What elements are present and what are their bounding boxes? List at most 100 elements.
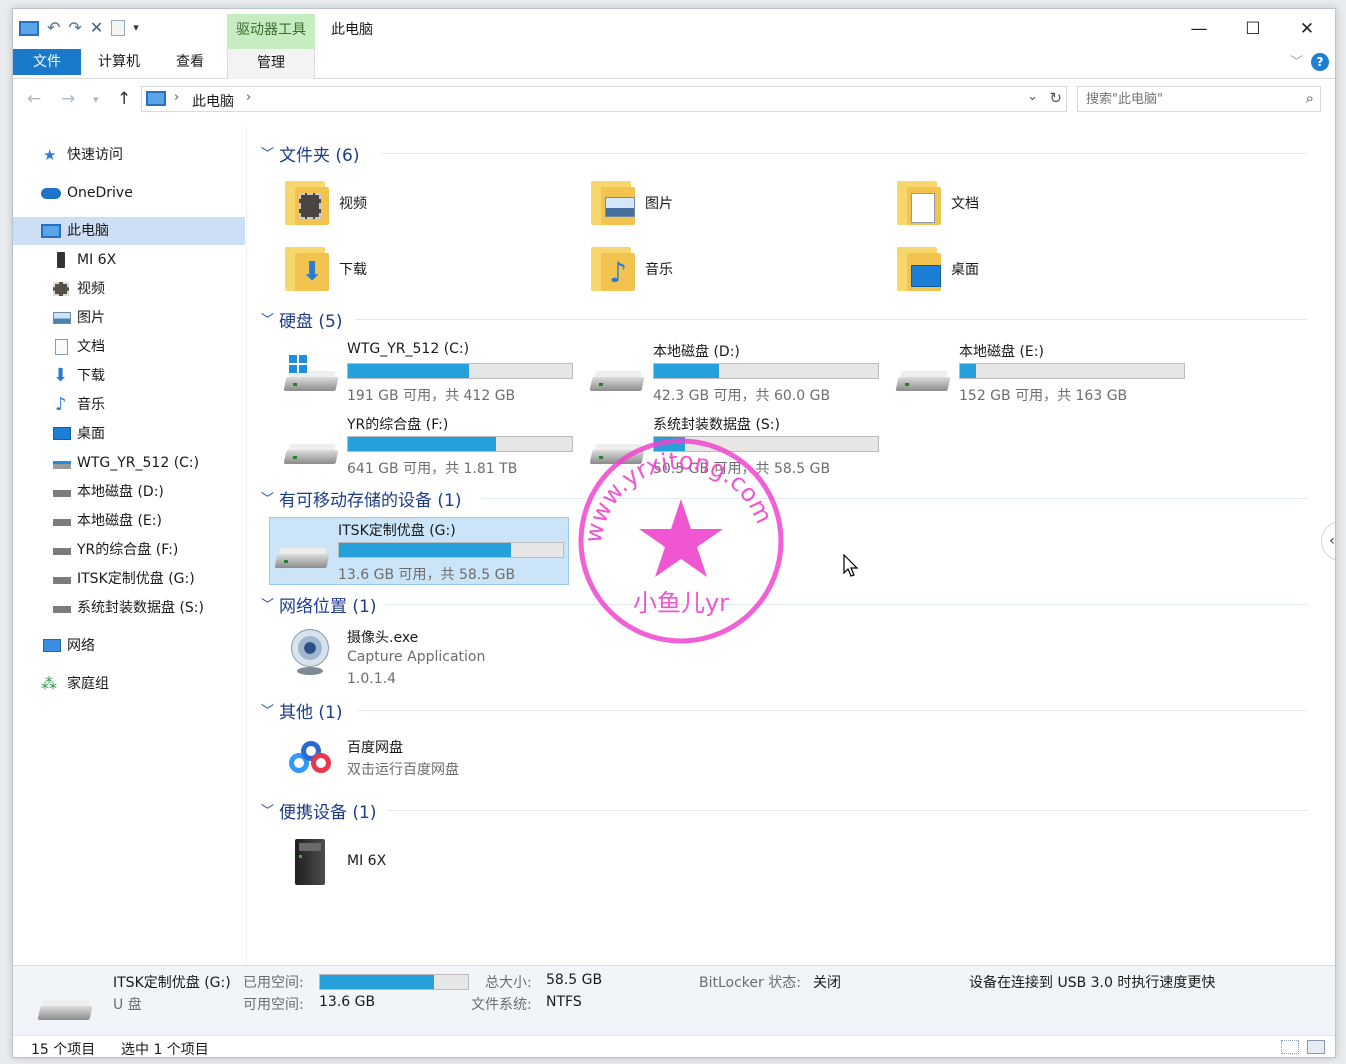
minimize-button[interactable]: — [1173,15,1225,43]
sidebar-item-this-pc[interactable]: 此电脑 [13,217,245,245]
sidebar-item-drive-s[interactable]: 系统封装数据盘 (S:) [13,594,245,622]
sidebar-item-drive-f[interactable]: YR的综合盘 (F:) [13,536,245,564]
expand-ribbon-icon[interactable]: ﹀ [1290,51,1303,70]
up-icon[interactable]: ↑ [117,89,131,109]
delete-icon[interactable]: ✕ [90,19,103,37]
document-icon [55,339,68,355]
details-view-icon[interactable] [1281,1040,1299,1054]
chevron-down-icon[interactable]: ﹀ [261,800,274,819]
folder-desktop[interactable]: 桌面 [895,241,1165,299]
group-header-folders[interactable]: ﹀ 文件夹 (6) [261,141,1307,166]
network-icon [43,639,61,652]
chevron-down-icon[interactable]: ﹀ [261,309,274,328]
drive-usage-fill [348,364,469,378]
sidebar-item-label: ITSK定制优盘 (G:) [77,571,195,587]
desktop-folder-icon [895,243,941,293]
desktop-icon [53,427,71,440]
sidebar-item-onedrive[interactable]: OneDrive [13,179,245,207]
system-drive-icon [283,355,339,393]
music-note-icon: ♪ [55,394,67,415]
back-icon[interactable]: ← [27,89,41,109]
help-icon[interactable]: ? [1311,53,1329,71]
folder-music[interactable]: ♪ 音乐 [589,241,859,299]
drive-size: 13.6 GB 可用，共 58.5 GB [338,567,516,583]
other-item-baidu[interactable]: 百度网盘 双击运行百度网盘 [279,733,679,803]
large-icons-view-icon[interactable] [1307,1040,1325,1054]
breadcrumb-separator-icon[interactable]: › [174,90,179,105]
sidebar-item-network[interactable]: 网络 [13,632,245,660]
redo-icon[interactable]: ↷ [68,19,81,37]
customize-toolbar-icon[interactable]: ▾ [133,19,139,37]
computer-icon[interactable] [19,20,39,36]
search-box[interactable]: ⌕ [1077,86,1321,112]
group-header-disks[interactable]: ﹀ 硬盘 (5) [261,307,1307,332]
address-dropdown-icon[interactable]: ⌄ [1027,89,1038,104]
group-divider [387,810,1307,811]
folder-downloads[interactable]: ⬇ 下载 [283,241,553,299]
sidebar-item-mi6x[interactable]: MI 6X [13,246,245,274]
group-header-removable[interactable]: ﹀ 有可移动存储的设备 (1) [261,486,1307,511]
folder-documents[interactable]: 文档 [895,175,1165,233]
sidebar-item-documents[interactable]: 文档 [13,333,245,361]
sidebar-item-drive-e[interactable]: 本地磁盘 (E:) [13,507,245,535]
sidebar-item-videos[interactable]: 视频 [13,275,245,303]
breadcrumb-this-pc[interactable]: 此电脑 [192,91,234,111]
sidebar-item-label: 本地磁盘 (D:) [77,484,164,500]
item-name: 百度网盘 [347,740,403,756]
drive-usage-bar [653,436,879,452]
drive-f[interactable]: YR的综合盘 (F:) 641 GB 可用，共 1.81 TB [279,412,579,480]
sidebar-item-homegroup[interactable]: ⁂ 家庭组 [13,670,245,698]
maximize-button[interactable]: ☐ [1227,15,1279,43]
baidu-netdisk-icon [287,737,333,789]
refresh-icon[interactable]: ↻ [1049,89,1062,107]
portable-item-mi6x[interactable]: MI 6X [279,831,679,901]
group-header-portable[interactable]: ﹀ 便携设备 (1) [261,798,1307,823]
recent-locations-icon[interactable]: ▾ [93,93,99,106]
sidebar-item-label: 本地磁盘 (E:) [77,513,162,529]
sidebar-item-quick-access[interactable]: ★ 快速访问 [13,141,245,169]
collapse-pane-button[interactable]: ‹ [1321,521,1335,561]
sidebar-item-pictures[interactable]: 图片 [13,304,245,332]
chevron-down-icon[interactable]: ﹀ [261,700,274,719]
group-header-other[interactable]: ﹀ 其他 (1) [261,698,1307,723]
search-icon[interactable]: ⌕ [1306,89,1314,107]
chevron-down-icon[interactable]: ﹀ [261,488,274,507]
address-bar[interactable]: › 此电脑 › ⌄ ↻ [141,86,1067,112]
sidebar-item-downloads[interactable]: ⬇ 下载 [13,362,245,390]
drive-usage-bar [347,363,573,379]
chevron-down-icon[interactable]: ﹀ [261,594,274,613]
close-button[interactable]: ✕ [1281,15,1333,43]
usb-drive-icon [53,577,71,584]
folder-pictures[interactable]: 图片 [589,175,859,233]
drive-c[interactable]: WTG_YR_512 (C:) 191 GB 可用，共 412 GB [279,339,579,407]
drive-d[interactable]: 本地磁盘 (D:) 42.3 GB 可用，共 60.0 GB [585,339,885,407]
folder-videos[interactable]: 视频 [283,175,553,233]
sidebar-item-desktop[interactable]: 桌面 [13,420,245,448]
chevron-down-icon[interactable]: ﹀ [261,143,274,162]
sidebar-item-drive-g[interactable]: ITSK定制优盘 (G:) [13,565,245,593]
drive-s[interactable]: 系统封装数据盘 (S:) 50.5 GB 可用，共 58.5 GB [585,412,885,480]
drive-e[interactable]: 本地磁盘 (E:) 152 GB 可用，共 163 GB [891,339,1191,407]
item-description: Capture Application [347,649,486,665]
group-header-network[interactable]: ﹀ 网络位置 (1) [261,592,1307,617]
group-title: 网络位置 (1) [279,597,377,617]
pictures-icon [53,312,71,324]
search-input[interactable] [1086,90,1286,108]
network-item-camera[interactable]: 摄像头.exe Capture Application 1.0.1.4 [279,623,679,693]
folder-label: 桌面 [951,262,979,278]
tab-view[interactable]: 查看 [163,49,217,75]
sidebar-item-drive-d[interactable]: 本地磁盘 (D:) [13,478,245,506]
properties-icon[interactable] [111,20,126,36]
forward-icon[interactable]: → [61,89,75,109]
tab-manage[interactable]: 管理 [227,49,315,79]
tab-file[interactable]: 文件 [13,49,81,75]
drive-tools-tab-title[interactable]: 驱动器工具 [227,14,315,49]
drive-usage-bar [959,363,1185,379]
sidebar-item-music[interactable]: ♪ 音乐 [13,391,245,419]
breadcrumb-separator-icon[interactable]: › [246,90,251,105]
tab-computer[interactable]: 计算机 [87,49,151,75]
undo-icon[interactable]: ↶ [47,19,60,37]
drive-g[interactable]: ITSK定制优盘 (G:) 13.6 GB 可用，共 58.5 GB [269,517,569,585]
sidebar-item-drive-c[interactable]: WTG_YR_512 (C:) [13,449,245,477]
details-total-value: 58.5 GB [546,972,603,988]
